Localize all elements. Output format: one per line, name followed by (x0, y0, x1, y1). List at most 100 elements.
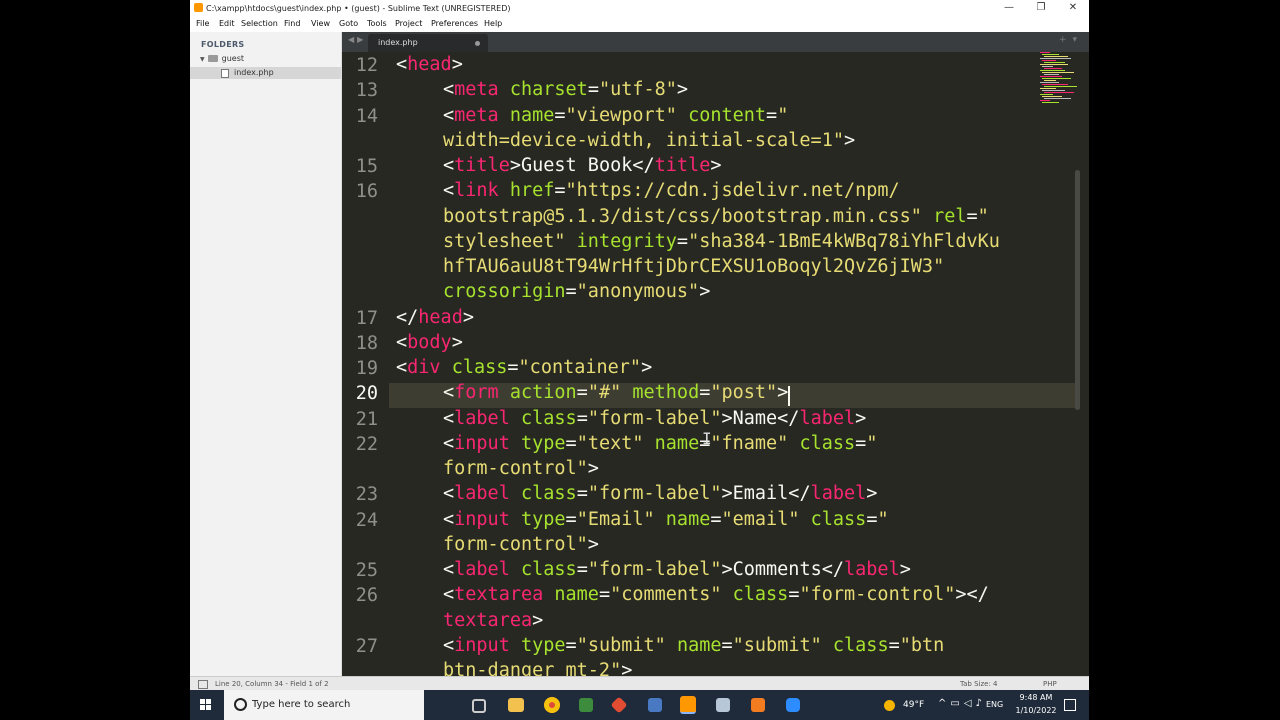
code-token: < (396, 357, 408, 378)
windows-start-icon[interactable] (200, 699, 212, 711)
code-token: width=device-width, initial-scale=1" (443, 129, 844, 151)
code-token: < (443, 483, 455, 505)
minimap-line (1044, 68, 1062, 69)
code-token: > (843, 129, 856, 151)
code-line[interactable]: <textarea name="comments" class="form-co… (443, 582, 989, 607)
code-token: < (443, 79, 455, 101)
menu-view[interactable]: View (311, 19, 330, 28)
xampp-installer-icon[interactable] (579, 698, 593, 712)
code-line[interactable]: crossorigin="anonymous"> (443, 279, 710, 304)
code-line[interactable]: <input type="text" name="fname" class=" (443, 431, 877, 456)
code-line[interactable]: stylesheet" integrity="sha384-1BmE4kWBq7… (443, 229, 1000, 254)
code-token: "utf-8" (598, 79, 677, 101)
menu-project[interactable]: Project (395, 19, 422, 28)
code-line[interactable]: <input type="Email" name="email" class=" (443, 507, 889, 532)
vertical-scrollbar[interactable] (1075, 170, 1080, 410)
virtualbox-icon[interactable] (648, 698, 662, 712)
minimap-line (1044, 56, 1068, 57)
code-line[interactable]: <label class="form-label">Name</label> (443, 406, 866, 431)
code-line[interactable]: <div class="container"> (396, 355, 652, 380)
menu-help[interactable]: Help (484, 19, 502, 28)
git-icon[interactable] (610, 696, 628, 714)
tab-index-php[interactable]: index.php (368, 34, 488, 52)
chrome-icon[interactable] (544, 697, 560, 713)
menu-preferences[interactable]: Preferences (431, 19, 478, 28)
temperature[interactable]: 49°F (903, 700, 924, 710)
clock-time[interactable]: 9:48 AM (1016, 693, 1056, 702)
tab-size[interactable]: Tab Size: 4 (960, 680, 997, 688)
control-panel-icon[interactable] (716, 698, 730, 712)
code-line[interactable]: textarea> (443, 608, 543, 633)
new-tab-and-menu-icon[interactable]: +▾ (1059, 35, 1083, 45)
code-line[interactable]: <meta charset="utf-8"> (443, 77, 688, 102)
code-line[interactable]: <title>Guest Book</title> (443, 153, 721, 178)
taskbar-search-box[interactable]: Type here to search (224, 690, 424, 720)
syntax-selector[interactable]: PHP (1043, 680, 1057, 688)
menu-edit[interactable]: Edit (219, 19, 235, 28)
code-line[interactable]: width=device-width, initial-scale=1"> (443, 128, 855, 153)
code-line[interactable]: hfTAU6auU8tT94WrHftjDbrCEXSU1oBoqyl2QvZ6… (443, 254, 944, 279)
menu-find[interactable]: Find (284, 19, 300, 28)
menu-selection[interactable]: Selection (241, 19, 278, 28)
code-line[interactable]: <meta name="viewport" content=" (443, 103, 788, 128)
code-token: " (977, 205, 989, 227)
minimap-line (1040, 94, 1053, 95)
code-token: rel (933, 205, 967, 227)
tab-nav-arrows-icon[interactable]: ◀▶ (348, 35, 366, 44)
code-line[interactable]: <label class="form-label">Comments</labe… (443, 557, 911, 582)
code-line[interactable]: btn-danger mt-2"> (443, 658, 632, 676)
search-icon (234, 698, 247, 711)
weather-sun-icon[interactable] (884, 700, 895, 711)
input-language[interactable]: ENG (986, 700, 1003, 709)
sidebar-file-index-php[interactable]: index.php (190, 67, 341, 79)
minimap[interactable] (1040, 52, 1078, 112)
line-number: 26 (355, 585, 378, 607)
unsaved-dot-icon[interactable] (475, 41, 480, 46)
code-token: meta (454, 79, 499, 101)
chevron-down-icon[interactable]: ▼ (200, 56, 205, 63)
code-token: = (721, 634, 733, 656)
code-line[interactable]: <label class="form-label">Email</label> (443, 481, 877, 506)
xampp-icon[interactable] (751, 698, 765, 712)
file-icon (221, 69, 229, 78)
code-token: "sha384-1BmE4kWBq78iYhFldvKu (688, 230, 1000, 252)
restore-button[interactable]: ❐ (1025, 0, 1057, 17)
menu-tools[interactable]: Tools (367, 19, 387, 28)
clock-date[interactable]: 1/10/2022 (1012, 706, 1060, 715)
code-token: >Name</ (721, 407, 800, 429)
folder-label: guest (221, 54, 244, 63)
menu-goto[interactable]: Goto (339, 19, 358, 28)
code-line[interactable]: bootstrap@5.1.3/dist/css/bootstrap.min.c… (443, 204, 989, 229)
panel-toggle-icon[interactable] (198, 680, 208, 689)
close-button[interactable]: ✕ (1057, 0, 1089, 17)
minimize-button[interactable]: — (993, 0, 1025, 17)
system-tray-icons[interactable]: ^▭◁♪ (938, 698, 986, 709)
code-line[interactable]: <form action="#" method="post"> (443, 380, 788, 405)
code-line[interactable]: <head> (396, 52, 463, 77)
file-explorer-icon[interactable] (508, 698, 524, 712)
line-number: 17 (355, 307, 378, 329)
code-token: "#" (587, 382, 622, 404)
code-line[interactable]: form-control"> (443, 532, 599, 557)
code-line[interactable]: </head> (396, 305, 474, 330)
zoom-icon[interactable] (786, 698, 800, 712)
code-token: form-control" (443, 458, 588, 479)
minimap-line (1044, 98, 1071, 99)
code-line[interactable]: <link href="https://cdn.jsdelivr.net/npm… (443, 178, 900, 203)
task-view-icon[interactable] (472, 699, 486, 713)
line-number: 15 (355, 156, 378, 177)
code-line[interactable]: <body> (396, 330, 463, 355)
code-line[interactable]: <input type="submit" name="submit" class… (443, 633, 944, 658)
code-line[interactable]: form-control"> (443, 456, 599, 481)
minimap-line (1044, 92, 1074, 93)
sublime-text-taskbar-icon[interactable] (680, 696, 696, 714)
code-editor[interactable]: 12 13 14 15 16 17 18 19 20 21 22 23 24 25 26 27 <head> <… (342, 52, 1089, 676)
code-token: class (732, 584, 789, 606)
menu-file[interactable]: File (196, 19, 209, 28)
sidebar-folder-guest[interactable]: ▼ guest (200, 54, 244, 63)
notification-icon[interactable] (1064, 699, 1076, 711)
